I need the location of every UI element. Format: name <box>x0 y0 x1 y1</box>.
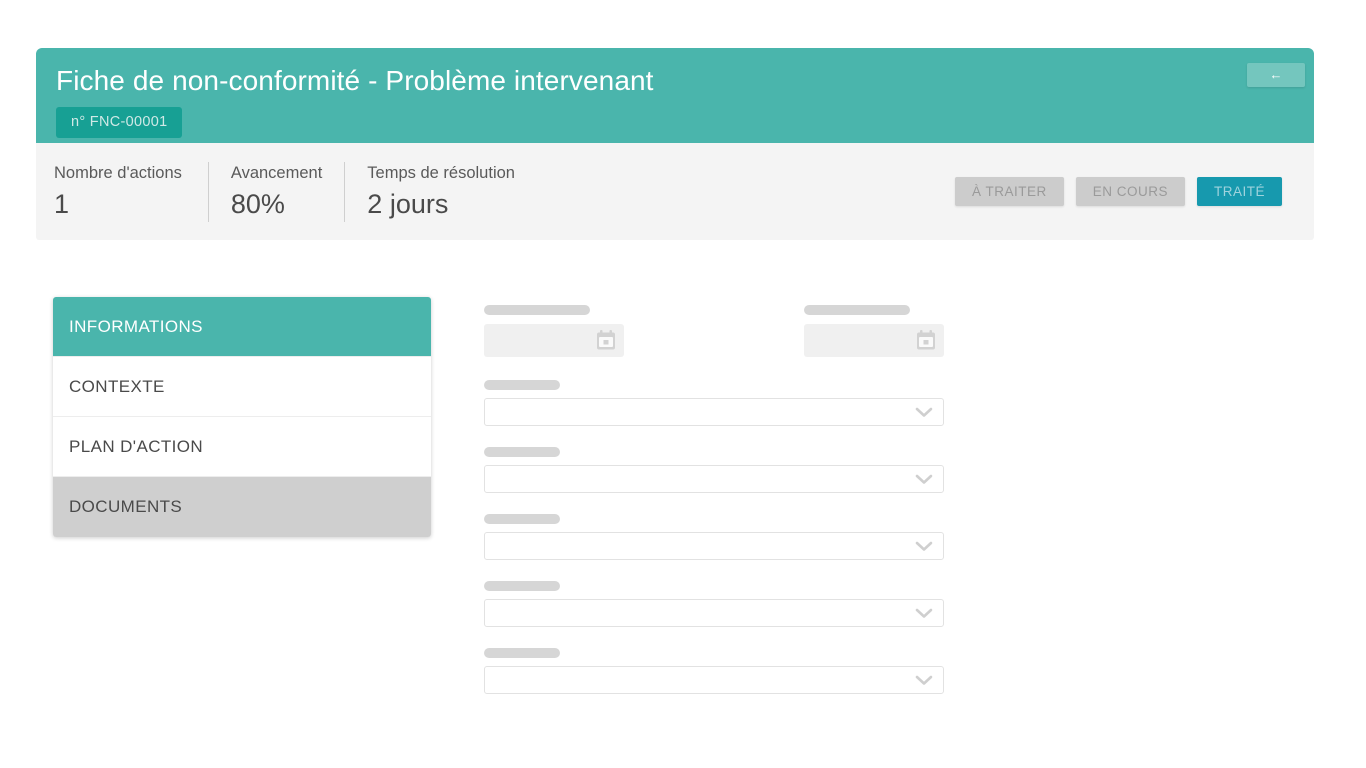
status-button-a-traiter[interactable]: À TRAITER <box>954 177 1064 206</box>
chevron-down-icon <box>915 675 933 685</box>
stat-avancement: Avancement 80% <box>207 161 344 222</box>
stat-value: 1 <box>54 188 70 219</box>
record-number-badge: n° FNC-00001 <box>56 107 183 138</box>
sidebar-item-label: DOCUMENTS <box>69 497 183 516</box>
status-button-traite[interactable]: TRAITÉ <box>1196 177 1282 206</box>
chevron-down-icon <box>915 474 933 484</box>
stat-label: Avancement <box>230 163 323 182</box>
chevron-down-icon <box>915 541 933 551</box>
stat-label: Nombre d'actions <box>54 163 182 182</box>
field-label-placeholder <box>804 305 910 315</box>
field-label-placeholder <box>484 380 560 390</box>
back-button[interactable]: ← <box>1247 63 1305 87</box>
date-field-start <box>484 305 624 357</box>
stats-bar: Nombre d'actions 1 Avancement 80% Temps … <box>36 143 1314 240</box>
sidebar-item-documents[interactable]: DOCUMENTS <box>53 477 431 537</box>
date-field-end <box>804 305 944 357</box>
select-field-2 <box>484 447 944 493</box>
sidebar-item-plan-daction[interactable]: PLAN D'ACTION <box>53 417 431 477</box>
calendar-icon <box>917 330 935 350</box>
page-title: Fiche de non-conformité - Problème inter… <box>56 65 654 96</box>
select-input-4[interactable] <box>484 599 944 627</box>
sidebar-item-informations[interactable]: INFORMATIONS <box>53 297 431 357</box>
field-label-placeholder <box>484 447 560 457</box>
stats-group: Nombre d'actions 1 Avancement 80% Temps … <box>54 161 537 222</box>
field-label-placeholder <box>484 648 560 658</box>
select-field-3 <box>484 514 944 560</box>
select-input-1[interactable] <box>484 398 944 426</box>
stat-nombre-actions: Nombre d'actions 1 <box>54 162 208 222</box>
date-fields-row <box>484 305 944 357</box>
field-label-placeholder <box>484 581 560 591</box>
section-tabs-list: INFORMATIONS CONTEXTE PLAN D'ACTION DOCU… <box>53 297 431 537</box>
calendar-icon <box>597 330 615 350</box>
record-header-card: Fiche de non-conformité - Problème inter… <box>36 48 1314 240</box>
field-label-placeholder <box>484 514 560 524</box>
select-field-5 <box>484 648 944 694</box>
chevron-down-icon <box>915 608 933 618</box>
field-label-placeholder <box>484 305 590 315</box>
sidebar-item-label: PLAN D'ACTION <box>69 436 204 456</box>
status-button-en-cours[interactable]: EN COURS <box>1075 177 1185 206</box>
select-input-2[interactable] <box>484 465 944 493</box>
select-field-4 <box>484 581 944 627</box>
chevron-down-icon <box>915 407 933 417</box>
sidebar-item-label: INFORMATIONS <box>69 316 203 336</box>
sidebar-item-contexte[interactable]: CONTEXTE <box>53 357 431 417</box>
select-input-5[interactable] <box>484 666 944 694</box>
select-input-3[interactable] <box>484 532 944 560</box>
date-input-start[interactable] <box>484 324 624 357</box>
stat-label: Temps de résolution <box>367 163 515 182</box>
stat-value: 2 jours <box>367 188 449 219</box>
page-header: Fiche de non-conformité - Problème inter… <box>36 48 1314 143</box>
select-field-1 <box>484 380 944 426</box>
status-button-group: À TRAITER EN COURS TRAITÉ <box>954 177 1282 206</box>
stat-value: 80% <box>230 188 285 219</box>
sidebar-item-label: CONTEXTE <box>69 376 165 396</box>
stat-temps-resolution: Temps de résolution 2 jours <box>344 161 537 222</box>
date-input-end[interactable] <box>804 324 944 357</box>
information-form <box>484 305 944 715</box>
